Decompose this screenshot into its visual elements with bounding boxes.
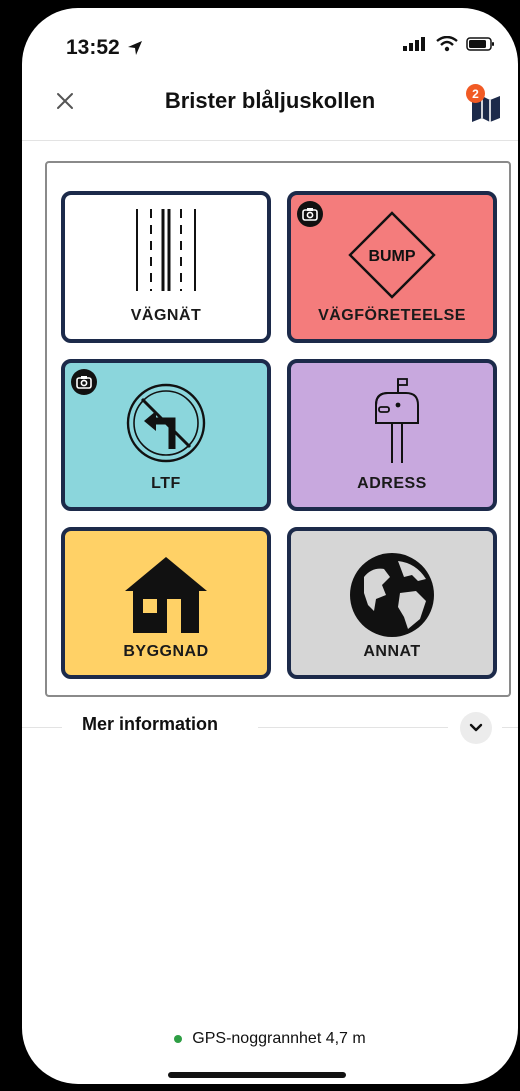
category-panel: VÄGNÄT BUMP VÄGFÖRETEELSE LTF ADRESS BYG… [45, 161, 511, 697]
more-info-divider-left [22, 727, 62, 728]
tile-label: LTF [151, 475, 181, 492]
battery-icon [466, 37, 494, 51]
status-time-text: 13:52 [66, 36, 120, 59]
home-indicator[interactable] [168, 1072, 346, 1078]
tile-label: VÄGFÖRETEELSE [318, 307, 466, 324]
more-info-row[interactable]: Mer information [22, 712, 518, 744]
tile-annat[interactable]: ANNAT [287, 527, 497, 679]
tile-adress[interactable]: ADRESS [287, 359, 497, 511]
tile-byggnad[interactable]: BYGGNAD [61, 527, 271, 679]
gps-accuracy-text: GPS-noggrannhet 4,7 m [192, 1030, 366, 1047]
more-info-label: Mer information [82, 714, 219, 734]
tile-vagnat[interactable]: VÄGNÄT [61, 191, 271, 343]
tile-vagforeteelse[interactable]: BUMP VÄGFÖRETEELSE [287, 191, 497, 343]
more-info-divider-far-right [502, 727, 518, 728]
gps-status-dot [174, 1035, 183, 1043]
globe-icon [350, 553, 434, 637]
mailbox-icon [375, 378, 419, 463]
status-icons [402, 36, 496, 52]
location-arrow-icon [127, 41, 142, 55]
tile-ltf[interactable]: LTF [61, 359, 271, 511]
wifi-icon [436, 36, 458, 52]
bump-sign-text: BUMP [368, 248, 415, 265]
map-button[interactable]: 2 [466, 84, 506, 122]
status-time: 13:52 [66, 36, 144, 60]
app-screen: 13:52 Brister blåljuskollen 2 VÄGNÄT BUM… [22, 8, 518, 1084]
house-icon [125, 557, 207, 633]
tile-label: BYGGNAD [123, 643, 209, 660]
no-left-turn-icon [126, 383, 206, 463]
more-info-divider-right [258, 727, 448, 728]
gps-status: GPS-noggrannhet 4,7 m [22, 1030, 518, 1048]
tile-label: VÄGNÄT [130, 307, 202, 324]
road-lanes-icon [136, 209, 196, 291]
notification-badge: 2 [466, 84, 485, 103]
signal-icon [403, 37, 425, 51]
header-divider [22, 140, 518, 141]
expand-button[interactable] [460, 712, 492, 744]
device-frame: 13:52 Brister blåljuskollen 2 VÄGNÄT BUM… [0, 0, 520, 1091]
tile-label: ADRESS [357, 475, 427, 492]
page-title: Brister blåljuskollen [164, 88, 376, 113]
bump-sign-icon: BUMP [348, 211, 436, 299]
chevron-down-icon [469, 723, 483, 732]
tile-label: ANNAT [363, 643, 421, 660]
